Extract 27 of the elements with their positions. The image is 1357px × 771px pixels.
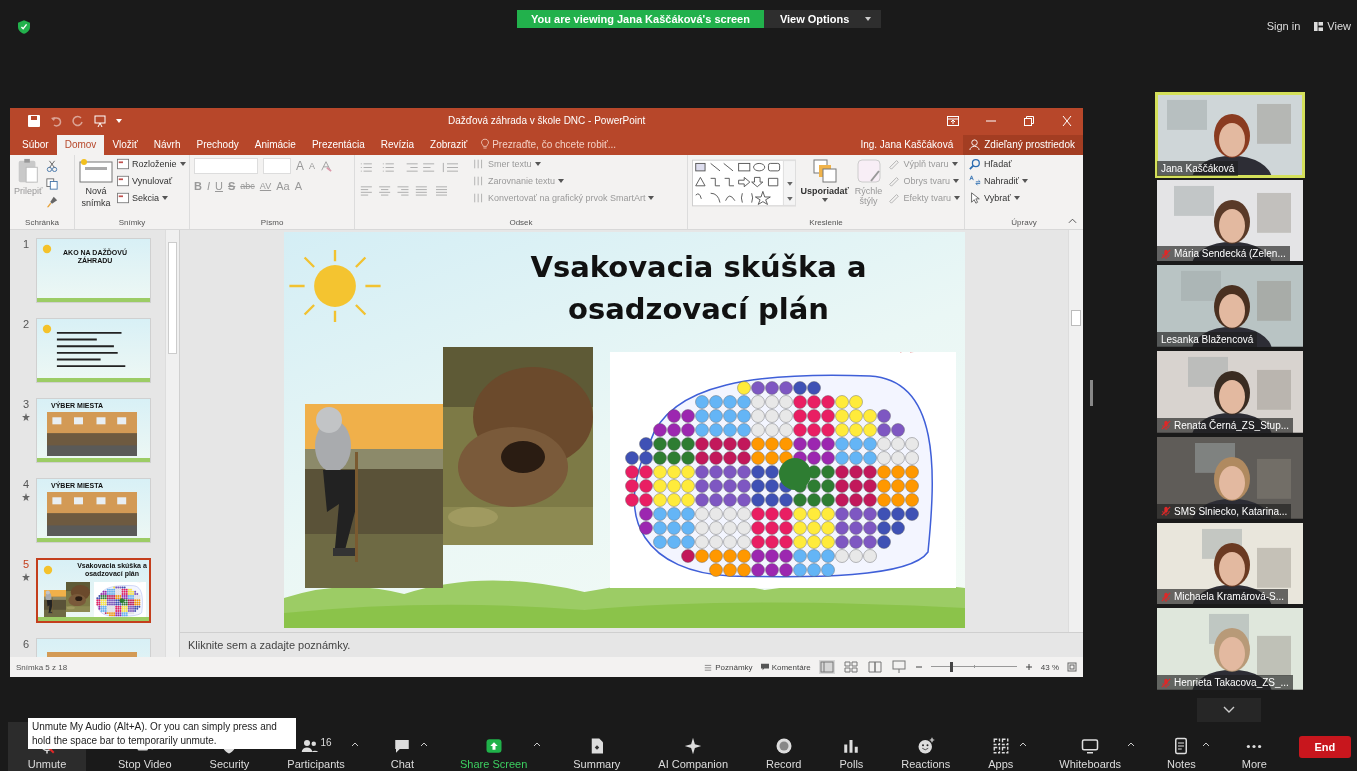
group-label: Snímky (118, 218, 146, 229)
participant-name: Henrieta Takacova_ZS_... (1174, 677, 1289, 689)
participant-name: SMS Slniecko, Katarina... (1174, 505, 1288, 517)
group-label: Úpravy (1011, 218, 1037, 229)
group-label: Odsek (509, 218, 533, 229)
participant-name: Mária Sendecká (Zelen... (1174, 248, 1286, 260)
slide-number: 2 (22, 318, 30, 330)
slide-title: Vsakovacia skúška a osadzovací plán (529, 249, 868, 329)
group-label: Písmo (260, 218, 284, 229)
slide-number: 3 (22, 398, 30, 410)
slide-number: 4 (22, 478, 30, 490)
slide-number: 5 (22, 558, 30, 570)
group-label: Kreslenie (809, 218, 843, 229)
tooltip: Unmute My Audio (Alt+A). Or you can simply press and hold the space bar to temporarily unmute. (28, 718, 296, 749)
group-label: Schránka (25, 218, 59, 229)
participant-name: Jana Kaščáková (1161, 162, 1235, 174)
slide-position: Snímka 5 z 18 (16, 662, 68, 672)
participant-name: Lesanka Blažencová (1161, 334, 1254, 346)
screen-share-banner: You are viewing Jana Kaščáková's screen (517, 10, 764, 28)
participant-count: 16 (320, 737, 332, 748)
window-title: Dažďová záhrada v škole DNC - PowerPoint (448, 115, 647, 126)
tell-me-text: Prezraďte, čo chcete robiť... (492, 138, 616, 150)
slide-number: 1 (22, 238, 30, 250)
user-name: Ing. Jana Kaščáková (860, 139, 954, 152)
slide-number: 6 (22, 638, 30, 650)
participant-name: Michaela Kramárová-S... (1174, 591, 1285, 603)
participant-name: Renata Černá_ZS_Stup... (1174, 419, 1290, 431)
